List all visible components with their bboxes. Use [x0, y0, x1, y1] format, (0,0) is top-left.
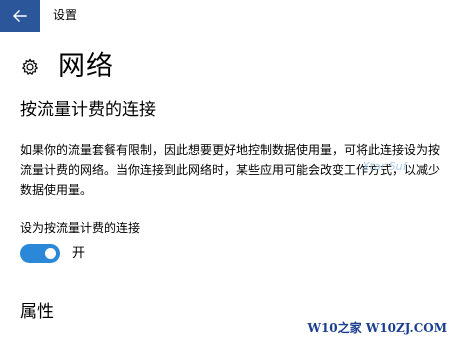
toggle-knob — [45, 248, 56, 259]
toggle-state-label: 开 — [72, 245, 86, 261]
gear-icon — [20, 57, 40, 77]
properties-section-title: 属性 — [20, 302, 54, 322]
page-header: 网络 — [20, 50, 114, 84]
back-button[interactable] — [0, 0, 40, 32]
metered-toggle-label: 设为按流量计费的连接 — [20, 221, 141, 235]
app-title: 设置 — [53, 8, 78, 22]
metered-toggle-switch[interactable] — [20, 244, 60, 263]
metered-section-title: 按流量计费的连接 — [20, 100, 156, 120]
site-watermark: W10之家 W10ZJ.COM — [307, 321, 447, 335]
arrow-left-icon — [13, 10, 27, 22]
corner-watermark: Xtar 5uf — [362, 160, 407, 173]
title-bar: 设置 — [0, 0, 453, 32]
metered-toggle-row: 开 — [20, 244, 85, 263]
page-title: 网络 — [58, 51, 114, 82]
